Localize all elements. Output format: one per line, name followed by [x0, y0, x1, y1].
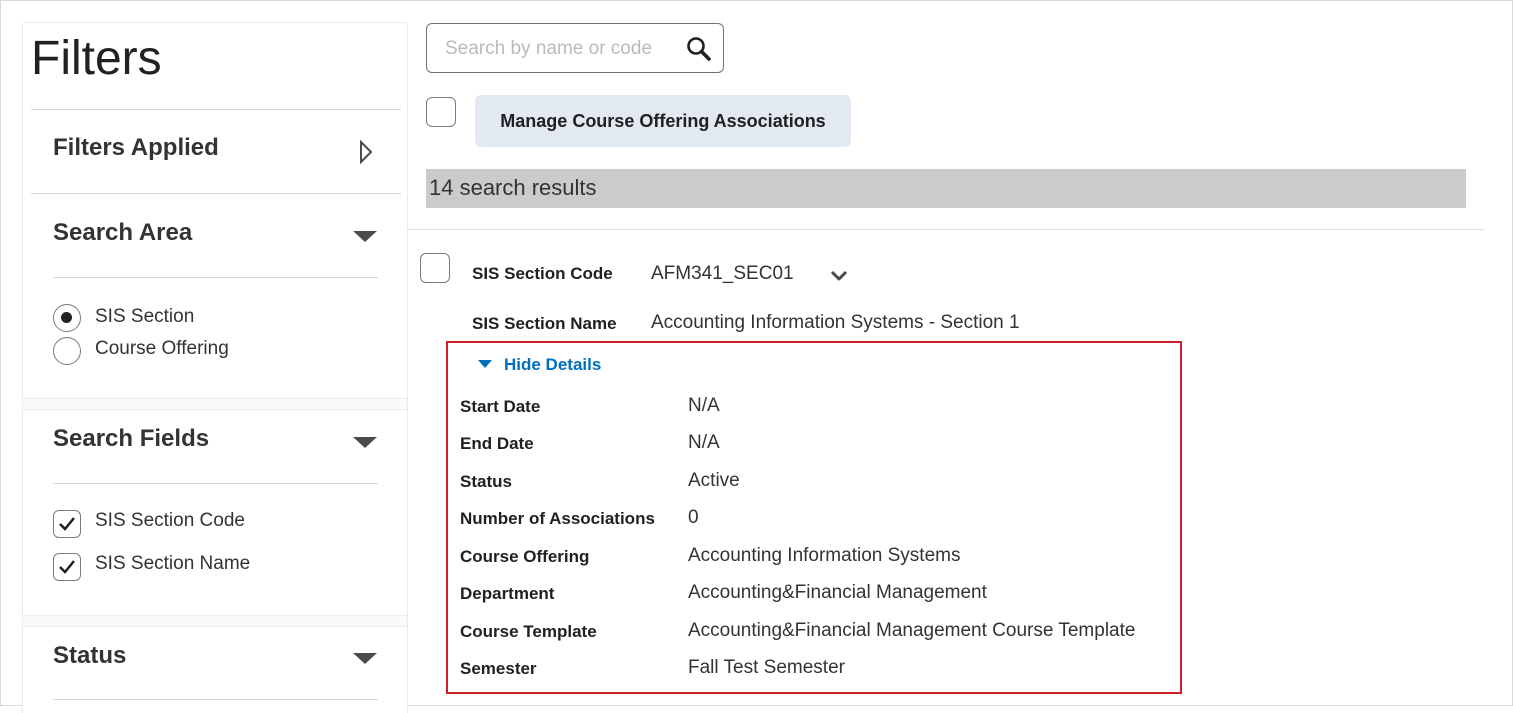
search-results-count: 14 search results [426, 169, 1466, 208]
caret-right-icon [360, 140, 373, 164]
status-label: Status [53, 642, 127, 669]
detail-label-number-of-associations: Number of Associations [460, 509, 655, 528]
detail-label-department: Department [460, 584, 555, 603]
detail-value-status: Active [688, 470, 740, 491]
detail-label-semester: Semester [460, 659, 537, 678]
divider [31, 193, 401, 194]
detail-value-end-date: N/A [688, 432, 720, 453]
radio-label-course-offering: Course Offering [95, 338, 229, 359]
search-icon[interactable] [686, 36, 712, 62]
checkbox-label-sis-section-name: SIS Section Name [95, 553, 251, 574]
radio-sis-section[interactable] [53, 304, 81, 332]
search-fields-label: Search Fields [53, 425, 210, 452]
row-select-checkbox[interactable] [420, 253, 450, 283]
detail-value-start-date: N/A [688, 395, 720, 416]
divider [53, 277, 378, 278]
sis-section-name-value: Accounting Information Systems - Section… [651, 312, 1020, 333]
divider [53, 699, 378, 700]
sis-section-code-label: SIS Section Code [472, 264, 613, 283]
detail-label-course-offering: Course Offering [460, 547, 590, 566]
detail-value-course-template: Accounting&Financial Management Course T… [688, 620, 1136, 641]
checkmark-icon [59, 560, 75, 574]
caret-down-icon [353, 653, 377, 664]
radio-course-offering[interactable] [53, 337, 81, 365]
checkmark-icon [59, 517, 75, 531]
checkbox-sis-section-code[interactable] [53, 510, 81, 538]
manage-course-offering-associations-button[interactable]: Manage Course Offering Associations [475, 95, 851, 147]
search-box [426, 23, 724, 73]
detail-label-start-date: Start Date [460, 397, 541, 416]
divider [31, 109, 401, 110]
detail-label-status: Status [460, 472, 512, 491]
section-gap [23, 615, 407, 627]
divider [53, 483, 378, 484]
select-all-checkbox[interactable] [426, 97, 456, 127]
search-input[interactable] [443, 34, 677, 64]
detail-value-course-offering: Accounting Information Systems [688, 545, 961, 566]
detail-value-semester: Fall Test Semester [688, 657, 845, 678]
caret-down-icon [353, 437, 377, 448]
checkbox-label-sis-section-code: SIS Section Code [95, 510, 245, 531]
detail-label-course-template: Course Template [460, 622, 597, 641]
radio-label-sis-section: SIS Section [95, 306, 195, 327]
section-gap [23, 398, 407, 410]
sis-section-code-value: AFM341_SEC01 [651, 263, 794, 284]
search-area-label: Search Area [53, 219, 193, 246]
filters-panel: Filters Filters Applied Search Area SIS … [22, 22, 408, 713]
hide-details-label: Hide Details [504, 355, 602, 374]
detail-label-end-date: End Date [460, 434, 534, 453]
filters-applied-label: Filters Applied [53, 134, 219, 161]
hide-details-link[interactable]: Hide Details [478, 355, 601, 375]
filters-title: Filters [31, 32, 162, 85]
caret-down-icon [353, 231, 377, 242]
chevron-down-icon[interactable] [830, 269, 848, 283]
detail-value-number-of-associations: 0 [688, 507, 699, 528]
sis-section-name-label: SIS Section Name [472, 314, 617, 333]
checkbox-sis-section-name[interactable] [53, 553, 81, 581]
divider [407, 229, 1485, 230]
detail-value-department: Accounting&Financial Management [688, 582, 987, 603]
caret-down-icon [478, 359, 492, 368]
